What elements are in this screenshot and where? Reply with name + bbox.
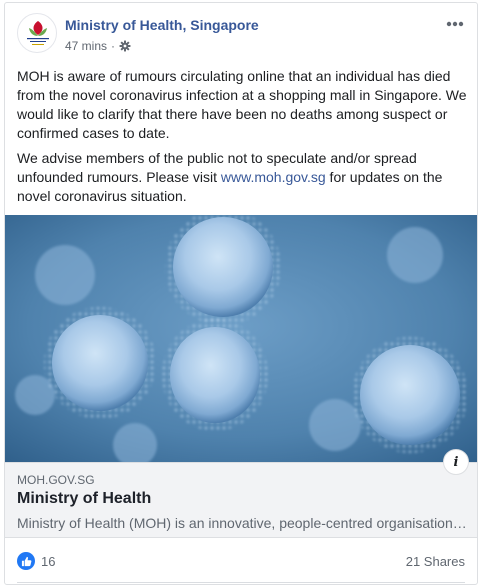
post-meta: 47 mins ·: [65, 39, 131, 53]
more-options-button[interactable]: [443, 15, 467, 33]
post-image[interactable]: [5, 215, 477, 462]
info-button[interactable]: i: [443, 449, 469, 475]
virion: [352, 337, 468, 453]
page-name-link[interactable]: Ministry of Health, Singapore: [65, 17, 259, 33]
thumbs-up-icon: [21, 556, 31, 566]
post-paragraph: MOH is aware of rumours circulating onli…: [17, 68, 467, 141]
meta-separator: ·: [111, 39, 116, 53]
more-options-icon: [446, 21, 464, 27]
post-footer: 16 21 Shares: [5, 538, 477, 584]
link-preview[interactable]: i MOH.GOV.SG Ministry of Health Ministry…: [5, 449, 477, 538]
avatar[interactable]: [17, 13, 57, 53]
divider: [17, 582, 465, 583]
link-domain: MOH.GOV.SG: [17, 473, 95, 487]
moh-logo-icon: [27, 21, 49, 45]
post-timestamp[interactable]: 47 mins: [65, 39, 107, 53]
virion: [162, 319, 268, 431]
coronavirus-micrograph-image: [5, 215, 477, 462]
link-title[interactable]: Ministry of Health: [17, 490, 151, 508]
like-icon: [17, 552, 35, 570]
reaction-count: 16: [41, 553, 56, 569]
post-paragraph: We advise members of the public not to s…: [17, 149, 469, 206]
shares-count-link[interactable]: 21 Shares: [406, 554, 465, 569]
post-header: Ministry of Health, Singapore 47 mins ·: [17, 13, 467, 59]
moh-website-link[interactable]: www.moh.gov.sg: [221, 169, 326, 185]
gear-icon[interactable]: [119, 40, 131, 52]
virion: [44, 307, 156, 419]
reactions-summary[interactable]: 16: [17, 552, 55, 570]
post-message: MOH is aware of rumours circulating onli…: [17, 67, 469, 212]
facebook-post-card: Ministry of Health, Singapore 47 mins ·: [4, 2, 478, 585]
link-description: Ministry of Health (MOH) is an innovativ…: [17, 515, 467, 531]
